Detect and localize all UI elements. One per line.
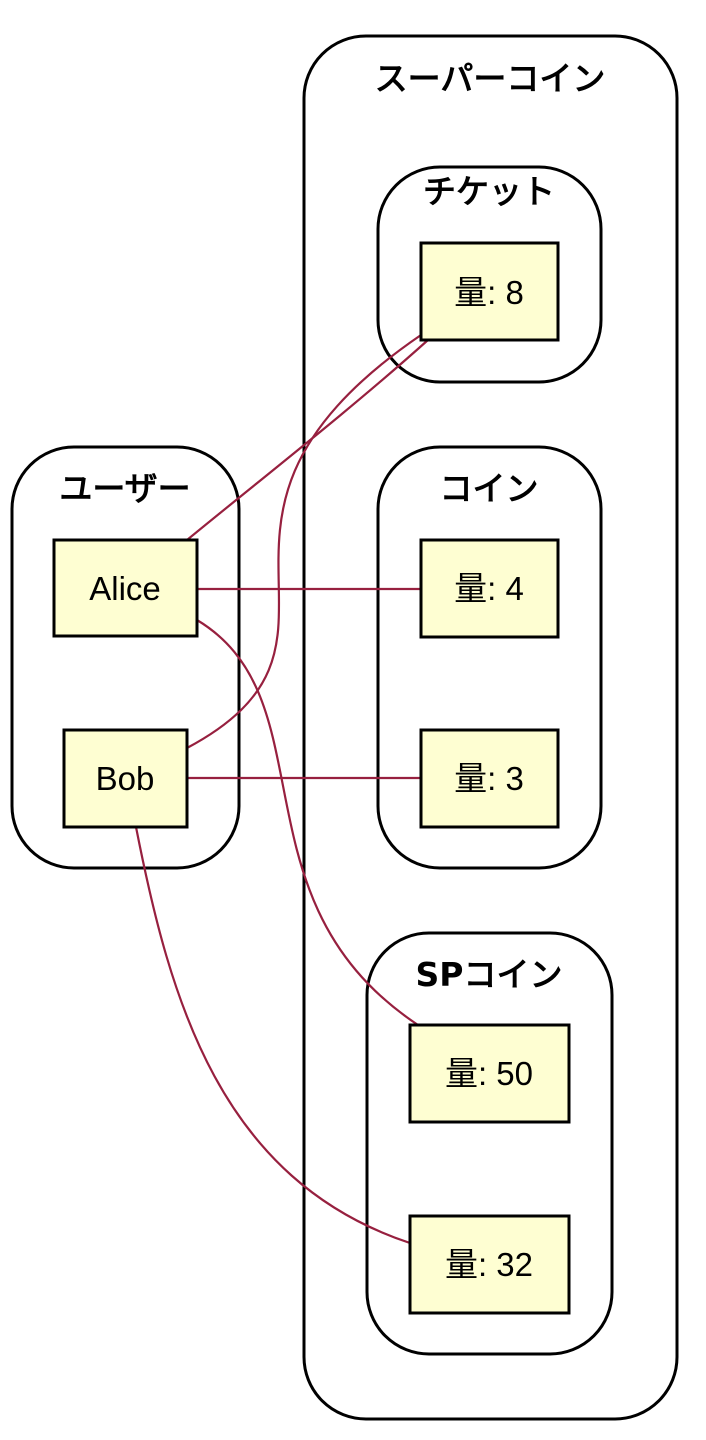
node-sp-amount-alice-label: 量: 50 (445, 1055, 533, 1092)
cluster-users-label: ユーザー (59, 469, 190, 508)
node-alice-label: Alice (89, 570, 161, 607)
node-ticket-amount-label: 量: 8 (454, 274, 524, 311)
node-alice[interactable]: Alice (52, 538, 199, 638)
cluster-supercoin-label: スーパーコイン (375, 59, 606, 98)
node-coin-amount-bob-label: 量: 3 (454, 760, 524, 797)
node-bob-label: Bob (96, 760, 155, 797)
node-bob[interactable]: Bob (62, 728, 189, 829)
node-coin-amount-bob[interactable]: 量: 3 (419, 728, 560, 829)
node-sp-amount-bob-label: 量: 32 (445, 1246, 533, 1283)
node-sp-amount-alice[interactable]: 量: 50 (408, 1023, 571, 1124)
node-coin-amount-alice-label: 量: 4 (454, 570, 524, 607)
node-ticket-amount[interactable]: 量: 8 (419, 241, 560, 342)
cluster-coin-label: コイン (440, 469, 539, 508)
cluster-spcoin-label: SPコイン (416, 955, 563, 994)
node-coin-amount-alice[interactable]: 量: 4 (419, 538, 560, 639)
diagram-canvas: スーパーコイン チケット コイン SPコイン ユーザー Alice Bob 量:… (10, 34, 679, 1421)
node-sp-amount-bob[interactable]: 量: 32 (408, 1214, 571, 1315)
cluster-ticket-label: チケット (423, 172, 555, 211)
